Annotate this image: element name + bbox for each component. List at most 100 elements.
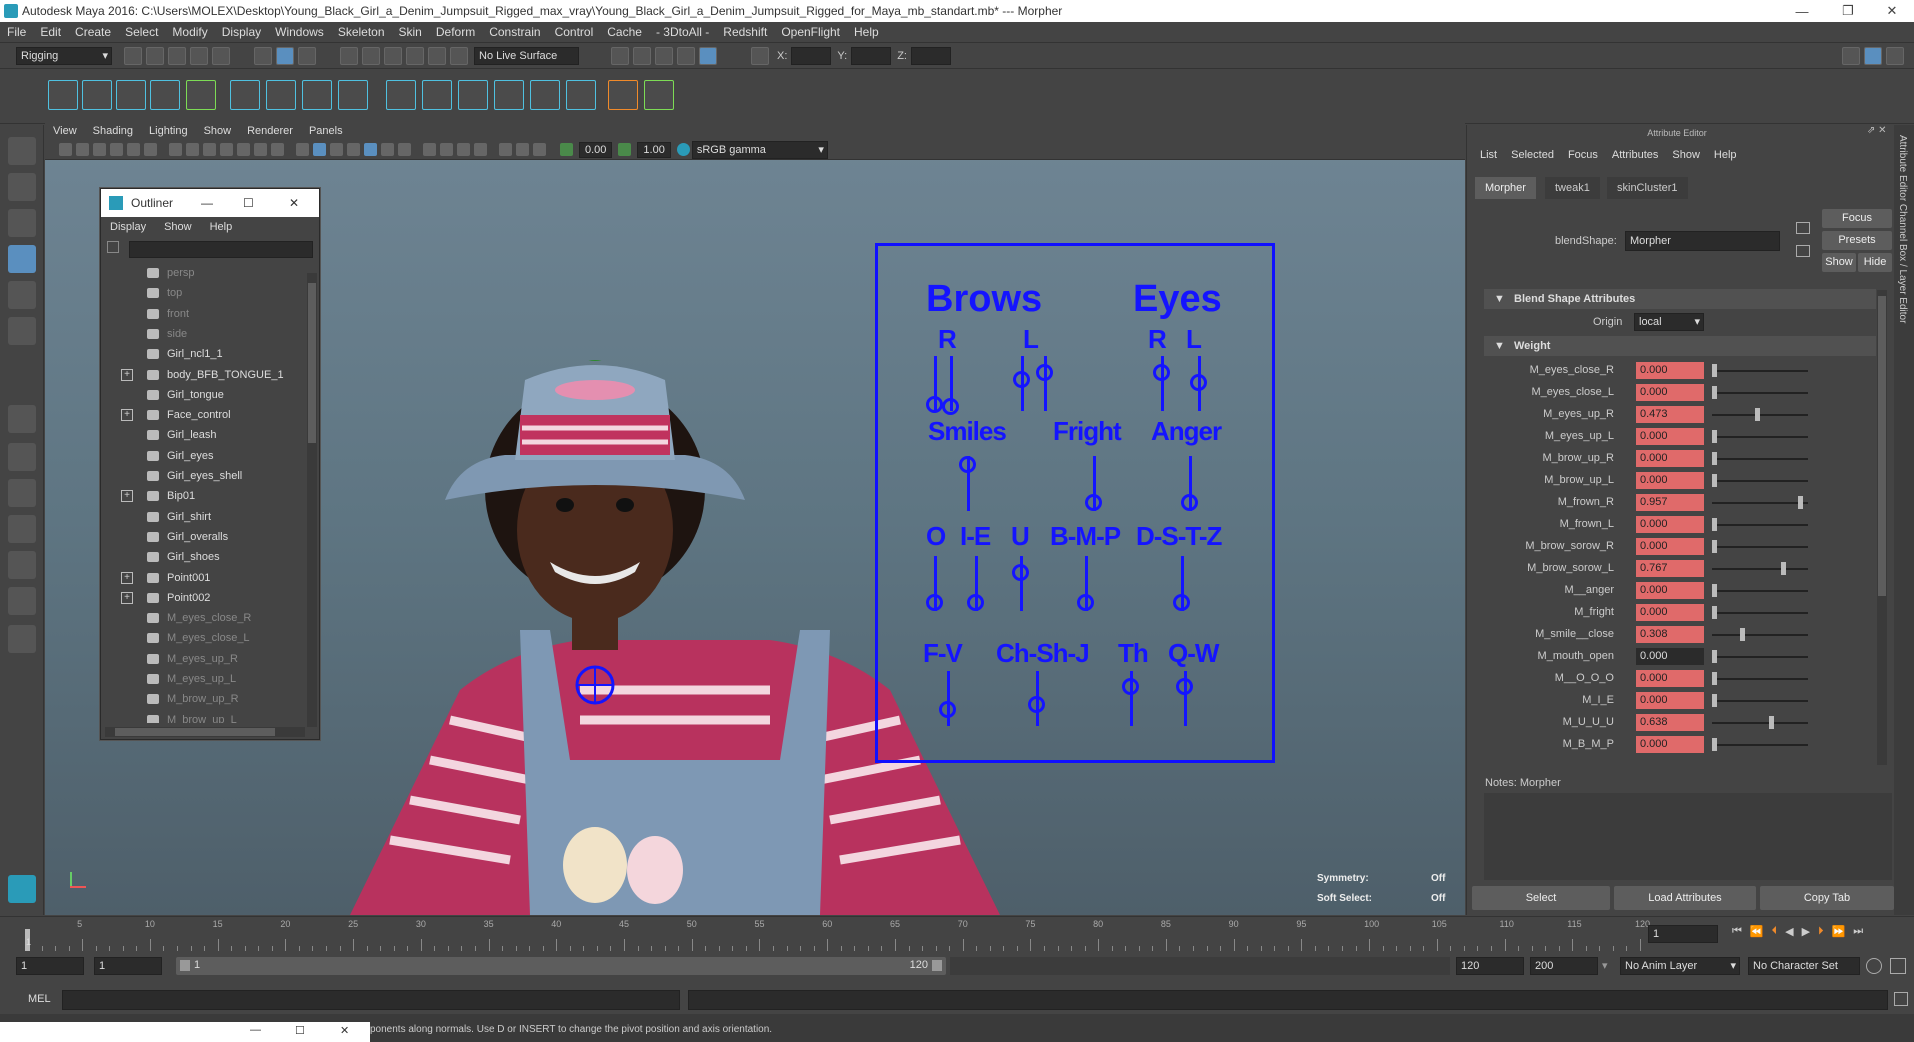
tab-skincluster1[interactable]: skinCluster1 — [1607, 177, 1688, 199]
tab-tweak1[interactable]: tweak1 — [1545, 177, 1600, 199]
o-knob[interactable] — [926, 594, 943, 611]
weight-slider-handle[interactable] — [1712, 452, 1717, 465]
outliner-item[interactable]: Girl_eyes — [101, 446, 306, 466]
undo-icon[interactable] — [190, 46, 208, 65]
xray-components-icon[interactable] — [533, 143, 546, 156]
outliner-item[interactable]: + body_BFB_TONGUE_1 — [101, 365, 306, 385]
weight-slider-track[interactable] — [1712, 656, 1808, 658]
th-knob[interactable] — [1122, 678, 1139, 695]
weight-slider-handle[interactable] — [1712, 606, 1717, 619]
ambient-occlusion-icon[interactable] — [398, 143, 411, 156]
parent-constraint-icon[interactable] — [386, 80, 416, 110]
weight-value-field[interactable]: 0.000 — [1636, 692, 1704, 709]
menu-skin[interactable]: Skin — [392, 25, 429, 39]
current-frame-field[interactable]: 1 — [1648, 925, 1718, 943]
range-start-handle[interactable] — [180, 960, 190, 971]
tab-morpher[interactable]: Morpher — [1475, 177, 1536, 199]
weight-value-field[interactable]: 0.000 — [1636, 604, 1704, 621]
maximize-button[interactable]: ☐ — [295, 1024, 305, 1037]
focus-button[interactable]: Focus — [1822, 209, 1892, 228]
menu-select[interactable]: Select — [118, 25, 165, 39]
eye-r-knob[interactable] — [1153, 364, 1170, 381]
node-select-icon[interactable] — [1796, 222, 1810, 234]
expand-icon[interactable]: + — [121, 368, 133, 381]
weight-slider-track[interactable] — [1712, 370, 1808, 372]
script-editor-icon[interactable] — [1894, 992, 1908, 1006]
weight-slider-track[interactable] — [1712, 480, 1808, 482]
hide-button[interactable]: Hide — [1858, 253, 1892, 272]
attr-menu-list[interactable]: List — [1473, 149, 1504, 161]
z-field[interactable] — [910, 46, 951, 65]
redo-icon[interactable] — [212, 46, 230, 65]
film-gate-icon[interactable] — [186, 143, 199, 156]
weight-slider-track[interactable] — [1712, 612, 1808, 614]
select-button[interactable]: Select — [1472, 886, 1610, 910]
weight-value-field[interactable]: 0.000 — [1636, 472, 1704, 489]
chshj-knob[interactable] — [1028, 696, 1045, 713]
weight-value-field[interactable]: 0.638 — [1636, 714, 1704, 731]
orient-constraint-icon[interactable] — [458, 80, 488, 110]
weight-slider-handle[interactable] — [1712, 430, 1717, 443]
weight-slider-track[interactable] — [1712, 502, 1808, 504]
minimize-button[interactable]: — — [201, 196, 213, 210]
resolution-gate-icon[interactable] — [203, 143, 216, 156]
attr-menu-selected[interactable]: Selected — [1504, 149, 1561, 161]
weight-value-field[interactable]: 0.767 — [1636, 560, 1704, 577]
weight-section[interactable]: ▼ Weight — [1484, 336, 1876, 356]
xray-icon[interactable] — [499, 143, 512, 156]
select-tool-icon[interactable] — [8, 137, 36, 165]
transform-input-icon[interactable] — [751, 46, 769, 65]
menu-cache[interactable]: Cache — [600, 25, 649, 39]
outliner-item[interactable]: M_eyes_close_L — [101, 628, 306, 648]
snap-curve-icon[interactable] — [362, 46, 380, 65]
weight-slider-handle[interactable] — [1712, 672, 1717, 685]
outliner-item[interactable]: Girl_eyes_shell — [101, 466, 306, 486]
weight-slider-handle[interactable] — [1739, 628, 1745, 641]
menu-windows[interactable]: Windows — [268, 25, 331, 39]
hypershade-layout-icon[interactable] — [8, 551, 36, 579]
cluster-icon[interactable] — [266, 80, 296, 110]
snap-grid-icon[interactable] — [340, 46, 358, 65]
menu-display[interactable]: Display — [215, 25, 268, 39]
single-perspective-icon[interactable] — [8, 405, 36, 433]
command-input[interactable] — [62, 990, 680, 1010]
outliner-vscrollbar[interactable] — [307, 273, 317, 727]
show-button[interactable]: Show — [1822, 253, 1856, 272]
brow-r-knob[interactable] — [926, 396, 943, 413]
menu-modify[interactable]: Modify — [165, 25, 214, 39]
weight-slider-handle[interactable] — [1712, 386, 1717, 399]
fv-knob[interactable] — [939, 701, 956, 718]
playback-start-field[interactable]: 1 — [94, 957, 162, 975]
new-scene-icon[interactable] — [124, 46, 142, 65]
weight-slider-track[interactable] — [1712, 524, 1808, 526]
camera-attr-icon[interactable] — [76, 143, 89, 156]
weight-slider-handle[interactable] — [1712, 694, 1717, 707]
attr-menu-attributes[interactable]: Attributes — [1605, 149, 1665, 161]
qw-knob[interactable] — [1176, 678, 1193, 695]
attr-vscrollbar[interactable] — [1877, 290, 1887, 765]
maximize-button[interactable]: ☐ — [243, 196, 254, 210]
exposure-icon[interactable] — [560, 143, 573, 156]
go-to-start-icon[interactable]: ⏮ — [1732, 925, 1742, 938]
attr-menu-focus[interactable]: Focus — [1561, 149, 1605, 161]
weight-value-field[interactable]: 0.000 — [1636, 538, 1704, 555]
paint-select-icon[interactable] — [8, 209, 36, 237]
rotate-tool-icon[interactable] — [8, 281, 36, 309]
exposure-field[interactable]: 0.00 — [579, 141, 613, 158]
outliner-item[interactable]: Girl_leash — [101, 425, 306, 445]
lighting-icon[interactable] — [364, 143, 377, 156]
weight-slider-handle[interactable] — [1712, 650, 1717, 663]
paint-weights-icon[interactable] — [186, 80, 216, 110]
move-tool-icon[interactable] — [8, 245, 36, 273]
modeling-toolkit-icon[interactable] — [1842, 46, 1860, 65]
snap-surface-icon[interactable] — [428, 46, 446, 65]
camera-select-icon[interactable] — [59, 143, 72, 156]
weight-slider-handle[interactable] — [1712, 364, 1717, 377]
weight-slider-handle[interactable] — [1712, 474, 1717, 487]
weight-slider-track[interactable] — [1712, 546, 1808, 548]
play-back-icon[interactable]: ◀ — [1785, 925, 1793, 938]
weight-value-field[interactable]: 0.000 — [1636, 516, 1704, 533]
outliner-menu-help[interactable]: Help — [201, 221, 242, 233]
viewport-menu-panels[interactable]: Panels — [301, 125, 351, 137]
dstz-knob[interactable] — [1173, 594, 1190, 611]
